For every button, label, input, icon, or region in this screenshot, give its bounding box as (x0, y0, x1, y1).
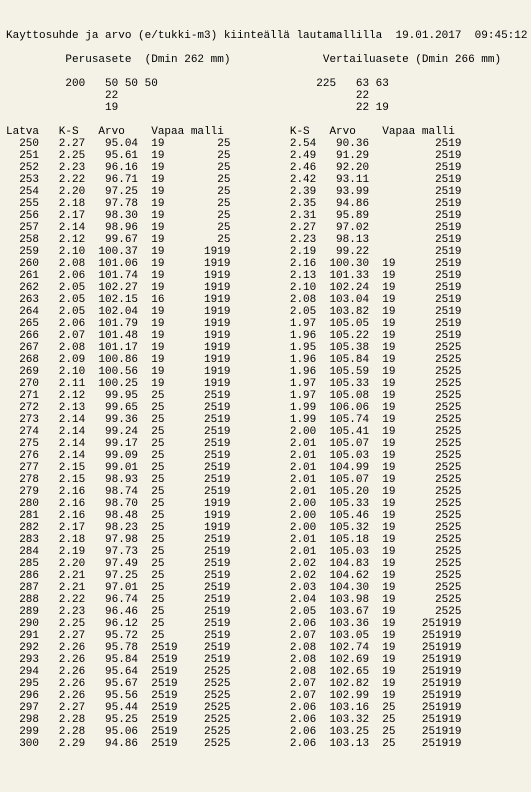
report-body: Kayttosuhde ja arvo (e/tukki-m3) kiinteä… (6, 30, 525, 750)
